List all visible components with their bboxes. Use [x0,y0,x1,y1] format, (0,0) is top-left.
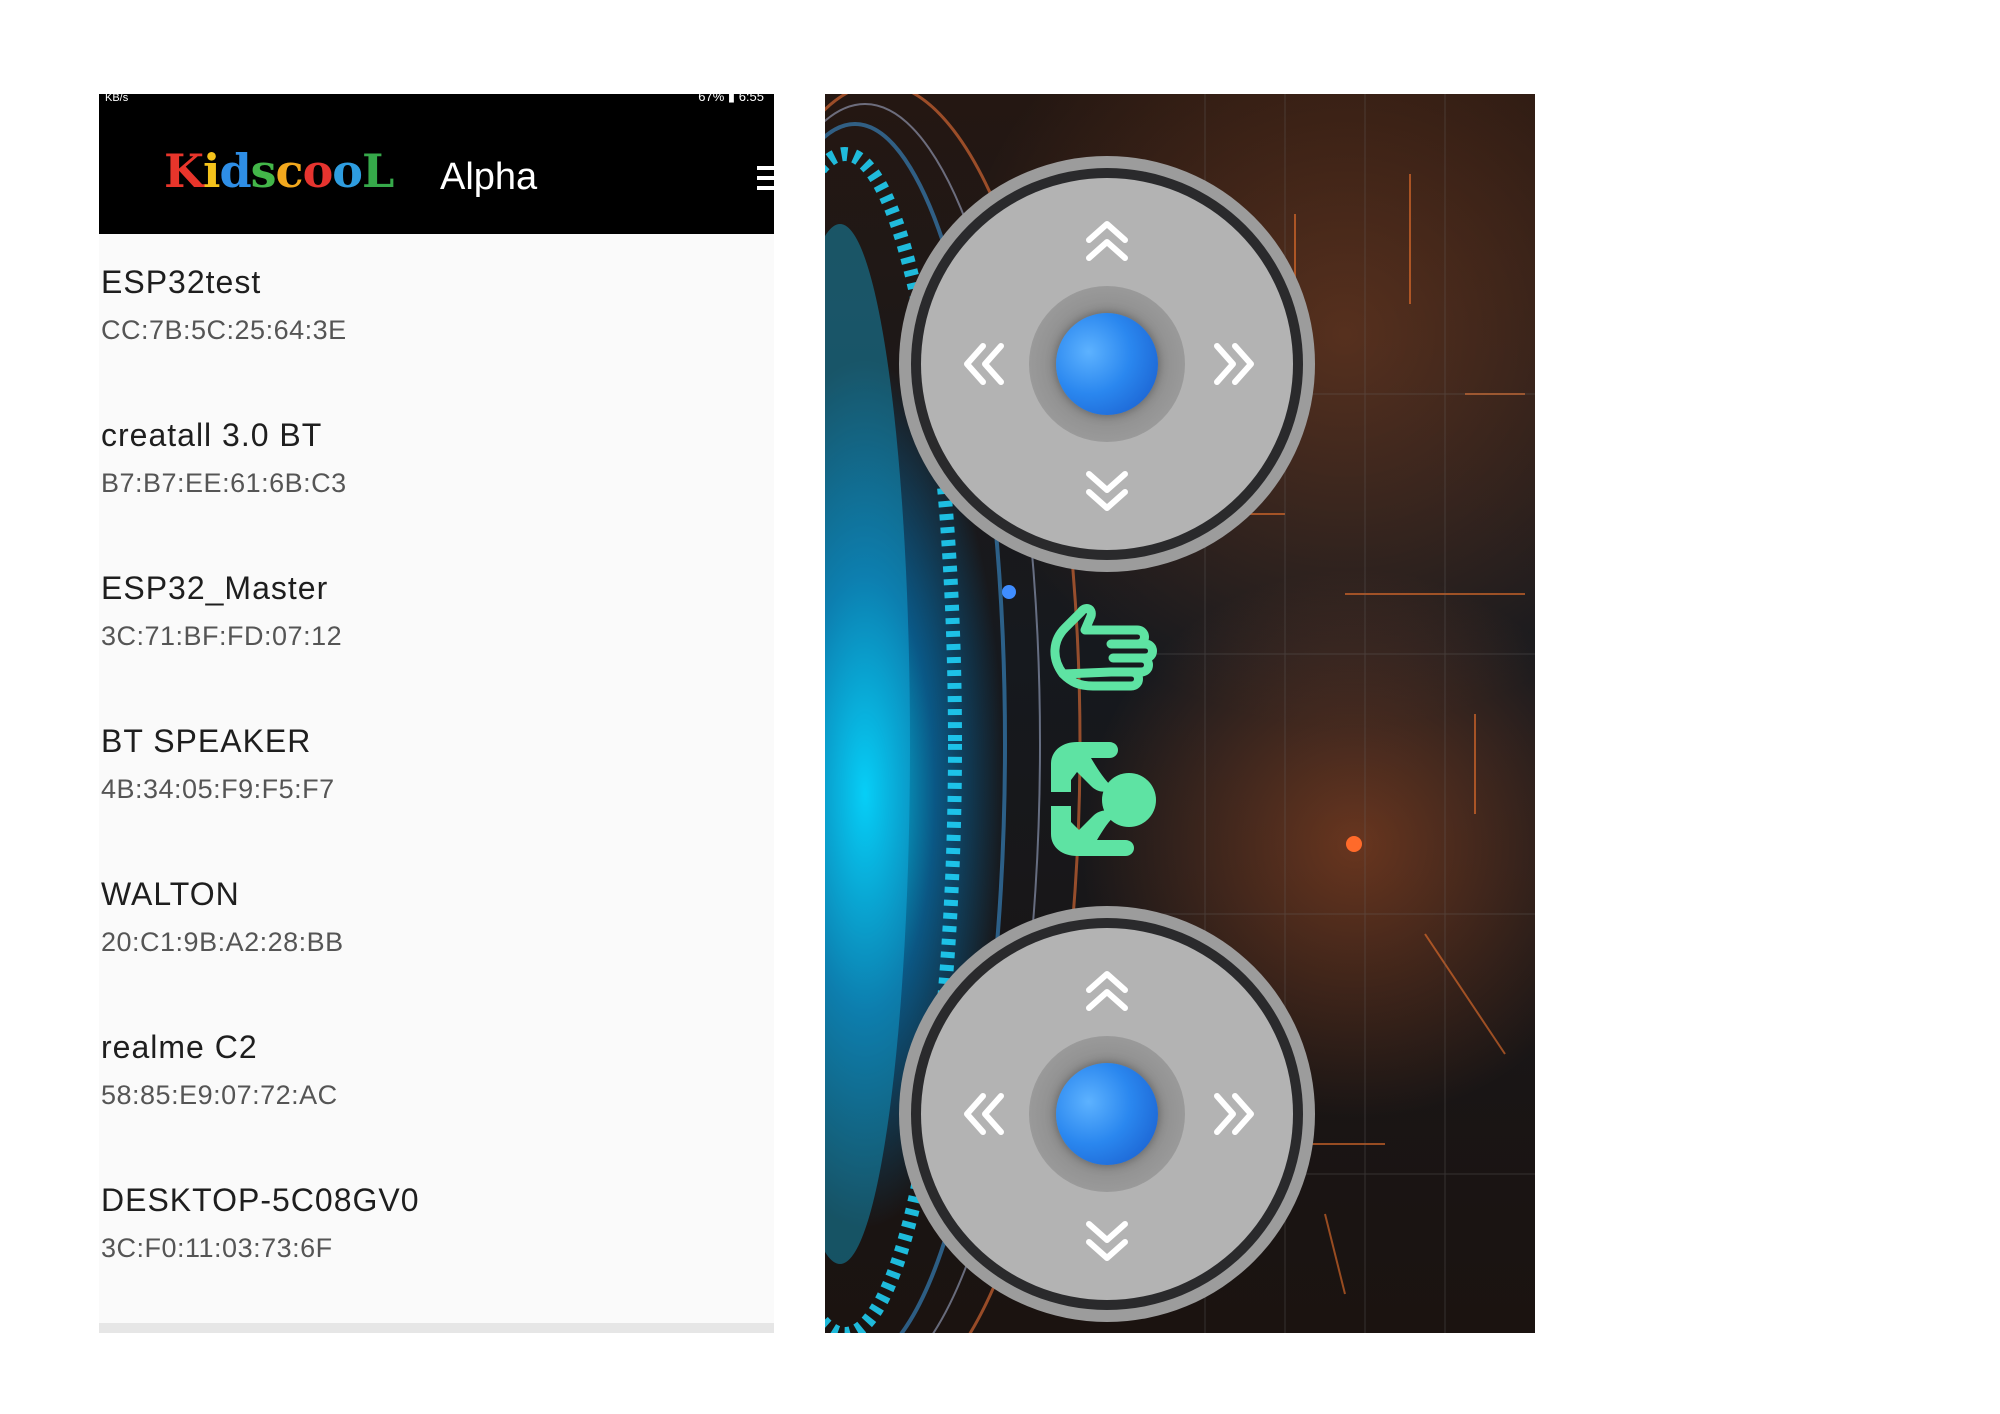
joystick-knob[interactable] [1056,313,1158,415]
logo-letter: i [202,144,221,198]
chevron-double-down-icon[interactable] [1079,462,1135,518]
device-mac-address: 20:C1:9B:A2:28:BB [101,927,344,957]
device-name: ESP32_Master [101,570,329,606]
device-mac-address: 4B:34:05:F9:F5:F7 [101,774,335,804]
logo-letter: c [275,144,304,198]
device-name: ESP32test [101,264,262,300]
status-bar: KB/s 67% ▮ 6:55 [99,94,774,104]
device-item[interactable]: creatall 3.0 BT B7:B7:EE:61:6B:C3 [99,387,774,537]
bottom-joystick[interactable] [899,906,1315,1322]
device-mac-address: B7:B7:EE:61:6B:C3 [101,468,347,498]
app-header: KidscooL Alpha [99,104,774,234]
device-mac-address: 58:85:E9:07:72:AC [101,1080,338,1110]
list-bottom-divider [99,1323,774,1333]
device-item[interactable]: realme C2 58:85:E9:07:72:AC [99,999,774,1149]
logo-letter: o [332,144,363,198]
device-name: DESKTOP-5C08GV0 [101,1182,420,1218]
device-item[interactable]: BT SPEAKER 4B:34:05:F9:F5:F7 [99,693,774,843]
logo-letter: d [219,144,251,198]
device-mac-address: CC:7B:5C:25:64:3E [101,315,347,345]
chevron-double-left-icon[interactable] [957,336,1013,392]
top-joystick[interactable] [899,156,1315,572]
network-speed: KB/s [105,94,129,104]
grab-hand-icon[interactable] [1041,588,1167,708]
device-name: creatall 3.0 BT [101,417,323,453]
device-name: BT SPEAKER [101,723,312,759]
logo-letter: K [164,144,204,198]
device-mac-address: 3C:F0:11:03:73:6F [101,1233,333,1263]
device-mac-address: 3C:71:BF:FD:07:12 [101,621,343,651]
chevron-double-right-icon[interactable] [1205,1086,1261,1142]
status-indicators: 67% ▮ 6:55 [698,94,764,104]
device-list-screen: KB/s 67% ▮ 6:55 KidscooL Alpha ESP32test… [99,94,774,1333]
chevron-double-left-icon[interactable] [957,1086,1013,1142]
chevron-double-right-icon[interactable] [1205,336,1261,392]
logo-letter: L [361,144,394,198]
controller-screen [825,94,1535,1333]
device-name: WALTON [101,876,240,912]
kidscool-logo: KidscooL [164,144,394,198]
chevron-double-up-icon[interactable] [1079,214,1135,270]
device-item[interactable]: ESP32_Master 3C:71:BF:FD:07:12 [99,540,774,690]
logo-letter: s [250,144,277,198]
device-item[interactable]: WALTON 20:C1:9B:A2:28:BB [99,846,774,996]
page-title: Alpha [440,156,538,198]
chevron-double-down-icon[interactable] [1079,1212,1135,1268]
joystick-knob[interactable] [1056,1063,1158,1165]
release-hand-icon[interactable] [1041,734,1167,864]
chevron-double-up-icon[interactable] [1079,964,1135,1020]
device-item[interactable]: DESKTOP-5C08GV0 3C:F0:11:03:73:6F [99,1152,774,1302]
logo-letter: o [302,144,334,198]
hamburger-menu-icon[interactable] [757,166,774,194]
device-item[interactable]: ESP32test CC:7B:5C:25:64:3E [99,234,774,384]
device-name: realme C2 [101,1029,258,1065]
